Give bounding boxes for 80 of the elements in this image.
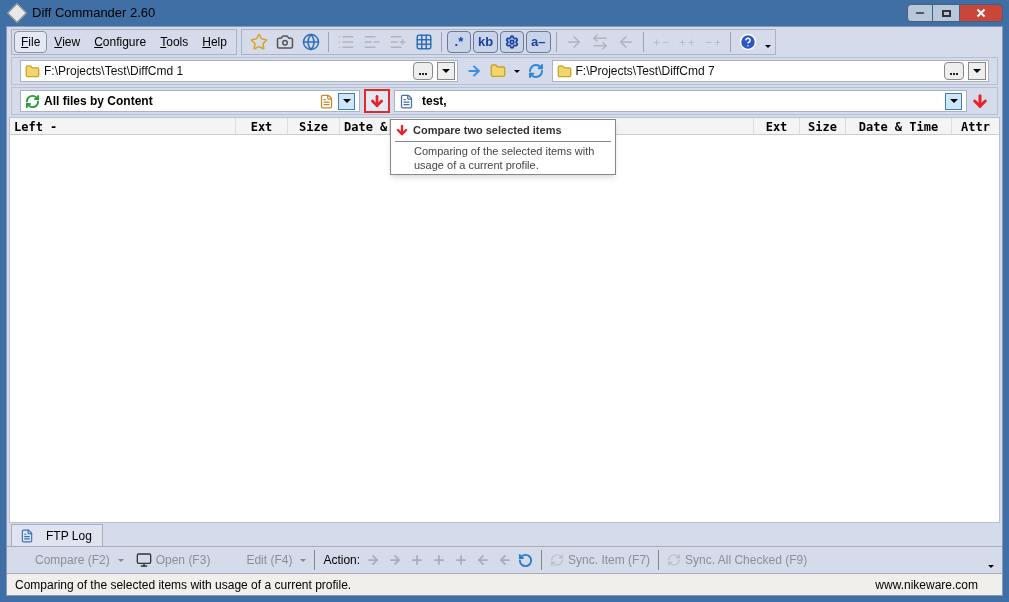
right-path-field[interactable]: F:\Projects\Test\DiffCmd 7 bbox=[551, 60, 989, 82]
arrow-right-icon[interactable] bbox=[465, 63, 482, 79]
folder-icon bbox=[25, 63, 40, 79]
dropdown-button[interactable] bbox=[945, 92, 962, 110]
caret-icon bbox=[441, 69, 450, 73]
document-icon bbox=[399, 93, 414, 109]
menu-item[interactable]: View bbox=[47, 31, 88, 53]
dropdown-button[interactable] bbox=[968, 62, 986, 80]
action-icon[interactable] bbox=[366, 553, 381, 567]
caret-icon bbox=[949, 99, 958, 103]
path-text: F:\Projects\Test\DiffCmd 1 bbox=[44, 63, 185, 80]
mask-field[interactable]: test, bbox=[394, 90, 967, 112]
path-text: F:\Projects\Test\DiffCmd 7 bbox=[575, 63, 716, 80]
caret-icon bbox=[342, 99, 351, 103]
column-header[interactable]: Attr bbox=[951, 118, 999, 134]
caret-icon bbox=[300, 558, 307, 562]
caret-icon[interactable] bbox=[513, 69, 520, 73]
toggle-button[interactable]: a– bbox=[526, 31, 551, 53]
column-header[interactable]: Size bbox=[799, 118, 845, 134]
log-icon bbox=[20, 528, 34, 543]
menu-item[interactable]: Help bbox=[195, 31, 234, 53]
caret-icon[interactable] bbox=[764, 44, 771, 48]
refresh-icon[interactable] bbox=[527, 63, 544, 79]
toggle-button[interactable]: .* bbox=[446, 31, 471, 53]
action-icon[interactable] bbox=[476, 553, 491, 567]
action-icon[interactable] bbox=[410, 553, 425, 567]
sync-icon bbox=[667, 553, 682, 567]
arrow-down-icon bbox=[395, 123, 409, 138]
menu-item[interactable]: Configure bbox=[87, 31, 154, 53]
browse-button[interactable] bbox=[412, 62, 433, 80]
mask-text: test, bbox=[422, 93, 448, 110]
column-header[interactable]: Date & Time bbox=[845, 118, 951, 134]
folder-icon bbox=[556, 63, 572, 79]
action-icon[interactable] bbox=[432, 553, 447, 567]
status-text: Comparing of the selected items with usage of a current profile. bbox=[15, 576, 353, 594]
dropdown-button[interactable] bbox=[338, 92, 355, 110]
camera-icon[interactable] bbox=[275, 33, 294, 51]
caret-icon[interactable] bbox=[988, 564, 994, 568]
settings-toggle-button[interactable] bbox=[500, 31, 525, 53]
action-icon[interactable] bbox=[498, 553, 513, 567]
column-header[interactable]: Ext bbox=[236, 118, 288, 134]
action-icon[interactable] bbox=[388, 553, 403, 567]
browse-button[interactable] bbox=[944, 62, 964, 80]
column-header[interactable]: Ext bbox=[753, 118, 799, 134]
toggle-button[interactable]: kb bbox=[472, 31, 499, 53]
close-icon bbox=[976, 8, 986, 18]
tooltip-title: Compare two selected items bbox=[413, 123, 562, 138]
menu-item[interactable]: Tools bbox=[153, 31, 196, 53]
sync-arrows-icon bbox=[25, 93, 40, 109]
action-icon[interactable] bbox=[454, 553, 469, 567]
gear-icon bbox=[505, 35, 520, 49]
minimize-button[interactable] bbox=[907, 4, 933, 22]
maximize-icon bbox=[941, 9, 951, 17]
left-path-field[interactable]: F:\Projects\Test\DiffCmd 1 bbox=[20, 60, 458, 82]
column-header[interactable]: Size bbox=[288, 118, 340, 134]
column-header[interactable]: Left - bbox=[10, 118, 236, 134]
maximize-button[interactable] bbox=[933, 4, 959, 22]
profile-editor-icon[interactable] bbox=[319, 93, 334, 109]
window-title: Diff Commander 2.60 bbox=[32, 4, 156, 23]
close-button[interactable] bbox=[959, 4, 1003, 22]
caret-icon bbox=[973, 69, 981, 73]
log-tab[interactable]: FTP Log bbox=[11, 524, 103, 546]
arrow-down-icon[interactable] bbox=[971, 92, 989, 110]
action-label: Action: bbox=[323, 552, 361, 569]
profile-text: All files by Content bbox=[44, 93, 154, 110]
sync-icon bbox=[550, 553, 565, 567]
help-icon[interactable] bbox=[738, 33, 757, 51]
menu-item[interactable]: File bbox=[14, 31, 48, 53]
folder-icon[interactable] bbox=[489, 63, 506, 79]
globe-icon[interactable] bbox=[301, 33, 320, 51]
tooltip-text: Comparing of the selected items with usage of a current profile. bbox=[413, 143, 596, 172]
undo-icon[interactable] bbox=[518, 552, 534, 568]
caret-icon bbox=[117, 558, 124, 562]
compare-button[interactable] bbox=[364, 89, 390, 113]
monitor-icon bbox=[135, 552, 152, 568]
star-icon[interactable] bbox=[249, 33, 268, 51]
dropdown-button[interactable] bbox=[436, 62, 455, 80]
grid-icon[interactable] bbox=[414, 33, 433, 51]
profile-field[interactable]: All files by Content bbox=[20, 90, 360, 112]
website-link[interactable]: www.nikeware.com bbox=[875, 575, 994, 594]
